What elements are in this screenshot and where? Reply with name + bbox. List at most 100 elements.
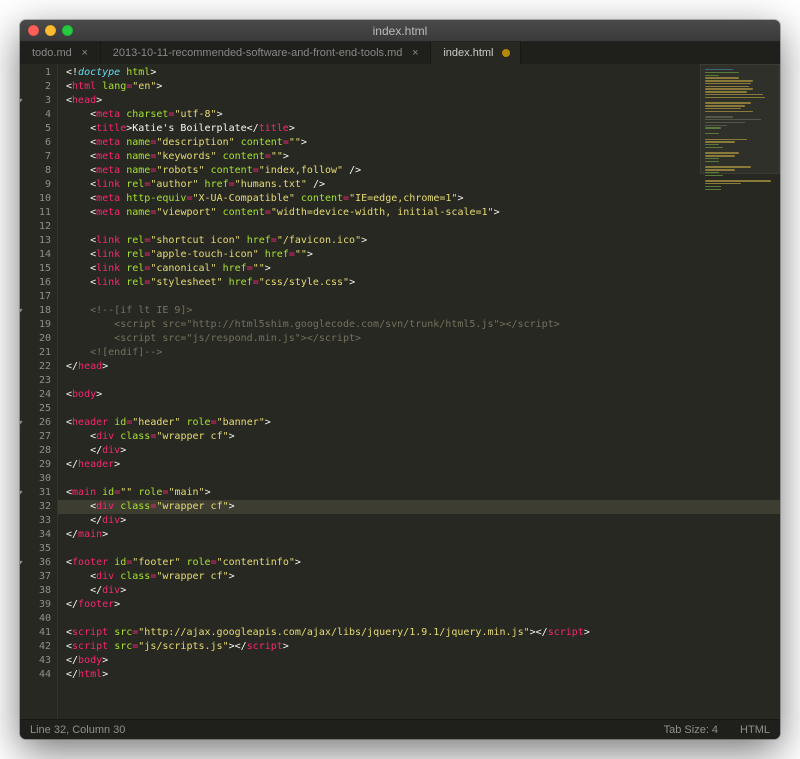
- code-line[interactable]: <html lang="en">: [66, 80, 780, 94]
- code-line[interactable]: <script src="js/scripts.js"></script>: [66, 640, 780, 654]
- code-line[interactable]: <header id="header" role="banner">: [66, 416, 780, 430]
- line-number[interactable]: 25: [20, 402, 51, 416]
- code-line[interactable]: <!--[if lt IE 9]>: [66, 304, 780, 318]
- line-number[interactable]: 11: [20, 206, 51, 220]
- line-number[interactable]: 34: [20, 528, 51, 542]
- tab[interactable]: 2013-10-11-recommended-software-and-fron…: [101, 42, 432, 64]
- close-tab-icon[interactable]: ×: [410, 48, 420, 58]
- code-line[interactable]: <div class="wrapper cf">: [58, 500, 780, 514]
- line-number[interactable]: 5: [20, 122, 51, 136]
- editor-area[interactable]: 1234567891011121314151617181920212223242…: [20, 64, 780, 719]
- line-number[interactable]: 23: [20, 374, 51, 388]
- code-line[interactable]: </body>: [66, 654, 780, 668]
- code-line[interactable]: </head>: [66, 360, 780, 374]
- line-number[interactable]: 29: [20, 458, 51, 472]
- line-number[interactable]: 26: [20, 416, 51, 430]
- code-line[interactable]: <footer id="footer" role="contentinfo">: [66, 556, 780, 570]
- line-number[interactable]: 17: [20, 290, 51, 304]
- code-line[interactable]: <link rel="stylesheet" href="css/style.c…: [66, 276, 780, 290]
- code-line[interactable]: <link rel="author" href="humans.txt" />: [66, 178, 780, 192]
- code-line[interactable]: [66, 374, 780, 388]
- line-number[interactable]: 9: [20, 178, 51, 192]
- code-line[interactable]: [66, 542, 780, 556]
- line-number[interactable]: 13: [20, 234, 51, 248]
- line-number[interactable]: 10: [20, 192, 51, 206]
- code-line[interactable]: <link rel="apple-touch-icon" href="">: [66, 248, 780, 262]
- line-number[interactable]: 16: [20, 276, 51, 290]
- code-line[interactable]: <meta charset="utf-8">: [66, 108, 780, 122]
- code-line[interactable]: <meta name="keywords" content="">: [66, 150, 780, 164]
- tab[interactable]: index.html: [431, 42, 520, 64]
- code-line[interactable]: <body>: [66, 388, 780, 402]
- line-number[interactable]: 42: [20, 640, 51, 654]
- tab[interactable]: todo.md×: [20, 42, 101, 64]
- code-line[interactable]: </footer>: [66, 598, 780, 612]
- line-number[interactable]: 14: [20, 248, 51, 262]
- line-number[interactable]: 41: [20, 626, 51, 640]
- code-content[interactable]: <!doctype html><html lang="en"><head> <m…: [58, 64, 780, 719]
- line-number[interactable]: 18: [20, 304, 51, 318]
- code-line[interactable]: [66, 290, 780, 304]
- code-line[interactable]: </header>: [66, 458, 780, 472]
- code-line[interactable]: </div>: [66, 584, 780, 598]
- line-number[interactable]: 12: [20, 220, 51, 234]
- code-line[interactable]: [66, 220, 780, 234]
- code-line[interactable]: <![endif]-->: [66, 346, 780, 360]
- code-line[interactable]: <script src="http://ajax.googleapis.com/…: [66, 626, 780, 640]
- line-number[interactable]: 21: [20, 346, 51, 360]
- titlebar[interactable]: index.html: [20, 20, 780, 42]
- line-number[interactable]: 33: [20, 514, 51, 528]
- code-line[interactable]: [66, 472, 780, 486]
- code-line[interactable]: <meta http-equiv="X-UA-Compatible" conte…: [66, 192, 780, 206]
- code-line[interactable]: <meta name="description" content="">: [66, 136, 780, 150]
- code-line[interactable]: </main>: [66, 528, 780, 542]
- line-number[interactable]: 3: [20, 94, 51, 108]
- code-line[interactable]: <!doctype html>: [66, 66, 780, 80]
- code-line[interactable]: </div>: [66, 444, 780, 458]
- line-number[interactable]: 6: [20, 136, 51, 150]
- line-number[interactable]: 35: [20, 542, 51, 556]
- line-number[interactable]: 44: [20, 668, 51, 682]
- code-line[interactable]: <script src="http://html5shim.googlecode…: [66, 318, 780, 332]
- code-line[interactable]: <main id="" role="main">: [66, 486, 780, 500]
- line-number[interactable]: 27: [20, 430, 51, 444]
- line-number[interactable]: 39: [20, 598, 51, 612]
- line-number[interactable]: 43: [20, 654, 51, 668]
- code-line[interactable]: <head>: [66, 94, 780, 108]
- close-tab-icon[interactable]: ×: [80, 48, 90, 58]
- code-line[interactable]: <script src="js/respond.min.js"></script…: [66, 332, 780, 346]
- line-number[interactable]: 22: [20, 360, 51, 374]
- line-number[interactable]: 38: [20, 584, 51, 598]
- code-line[interactable]: <meta name="robots" content="index,follo…: [66, 164, 780, 178]
- code-line[interactable]: <div class="wrapper cf">: [66, 430, 780, 444]
- code-line[interactable]: <link rel="shortcut icon" href="/favicon…: [66, 234, 780, 248]
- line-number[interactable]: 15: [20, 262, 51, 276]
- line-number[interactable]: 7: [20, 150, 51, 164]
- code-line[interactable]: <title>Katie's Boilerplate</title>: [66, 122, 780, 136]
- status-position[interactable]: Line 32, Column 30: [30, 724, 125, 736]
- line-number[interactable]: 20: [20, 332, 51, 346]
- line-number[interactable]: 31: [20, 486, 51, 500]
- line-number[interactable]: 24: [20, 388, 51, 402]
- line-number[interactable]: 4: [20, 108, 51, 122]
- code-line[interactable]: [66, 402, 780, 416]
- code-line[interactable]: [66, 612, 780, 626]
- line-number[interactable]: 40: [20, 612, 51, 626]
- line-number[interactable]: 8: [20, 164, 51, 178]
- line-number[interactable]: 1: [20, 66, 51, 80]
- line-number[interactable]: 36: [20, 556, 51, 570]
- code-line[interactable]: <div class="wrapper cf">: [66, 570, 780, 584]
- line-gutter[interactable]: 1234567891011121314151617181920212223242…: [20, 64, 58, 719]
- line-number[interactable]: 28: [20, 444, 51, 458]
- status-syntax[interactable]: HTML: [740, 724, 770, 736]
- line-number[interactable]: 30: [20, 472, 51, 486]
- line-number[interactable]: 19: [20, 318, 51, 332]
- code-line[interactable]: </html>: [66, 668, 780, 682]
- line-number[interactable]: 32: [20, 500, 51, 514]
- line-number[interactable]: 37: [20, 570, 51, 584]
- code-line[interactable]: <meta name="viewport" content="width=dev…: [66, 206, 780, 220]
- status-tab-size[interactable]: Tab Size: 4: [664, 724, 718, 736]
- code-line[interactable]: </div>: [66, 514, 780, 528]
- line-number[interactable]: 2: [20, 80, 51, 94]
- minimap[interactable]: [700, 64, 780, 174]
